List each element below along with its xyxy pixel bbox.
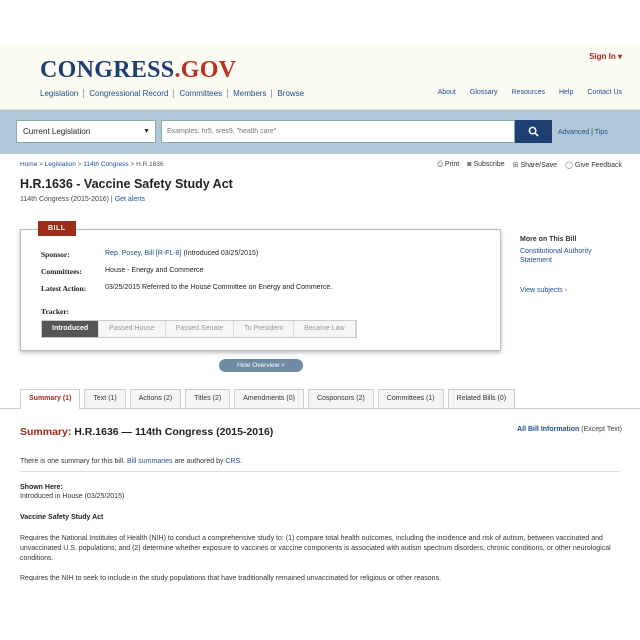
- nav-about[interactable]: About: [438, 89, 456, 96]
- search-button[interactable]: [515, 120, 552, 143]
- tracker-step-to-president: To President: [234, 321, 295, 337]
- print-button[interactable]: ⎙ Print: [437, 161, 459, 169]
- summary-paragraph-1: Requires the National Institutes of Heal…: [20, 535, 611, 562]
- sponsor-label: Sponsor:: [41, 250, 70, 259]
- all-bill-information-link[interactable]: All Bill Information: [517, 426, 579, 433]
- shown-here-label: Shown Here:: [20, 484, 63, 491]
- bill-overview-box: BILL Sponsor: Rep. Posey, Bill [R-FL-8] …: [20, 221, 501, 351]
- nav-members[interactable]: Members: [227, 89, 271, 98]
- bill-congress-line: 114th Congress (2015-2016) | Get alerts: [20, 196, 146, 203]
- tracker-step-became-law: Became Law: [294, 321, 356, 337]
- get-alerts-link[interactable]: Get alerts: [115, 196, 145, 203]
- summary-heading: Summary: H.R.1636 — 114th Congress (2015…: [20, 426, 274, 438]
- act-name: Vaccine Safety Study Act: [20, 514, 104, 521]
- tab-summary[interactable]: Summary (1): [20, 389, 81, 409]
- tab-cosponsors[interactable]: Cosponsors (2): [307, 389, 374, 408]
- breadcrumb: Home > Legislation > 114th Congress > H.…: [20, 161, 164, 168]
- latest-action-label: Latest Action:: [41, 284, 87, 293]
- collection-select-value: Current Legislation: [23, 127, 91, 136]
- advanced-search-link[interactable]: Advanced: [558, 129, 589, 136]
- bill-summaries-link[interactable]: Bill summaries: [127, 458, 173, 465]
- bill-tag: BILL: [38, 221, 76, 236]
- view-subjects: View subjects ›: [520, 287, 567, 294]
- page-tools: ⎙ Print ◙ Subscribe ⊞ Share/Save ◯ Give Feed…: [437, 161, 622, 169]
- speech-bubble-icon: ◯: [565, 162, 573, 169]
- page-title: H.R.1636 - Vaccine Safety Study Act: [20, 177, 233, 191]
- summary-paragraph-2: Requires the NIH to seek to include in t…: [20, 575, 442, 582]
- search-input[interactable]: [161, 120, 515, 143]
- nav-congressional-record[interactable]: Congressional Record: [83, 89, 173, 98]
- site-logo[interactable]: CONGRESS.GOV: [40, 57, 236, 84]
- share-icon: ⊞: [512, 162, 519, 169]
- latest-action-row: Latest Action: 03/25/2015 Referred to th…: [41, 284, 332, 293]
- printer-icon: ⎙: [437, 161, 443, 168]
- nav-glossary[interactable]: Glossary: [470, 89, 498, 96]
- feedback-button[interactable]: ◯ Give Feedback: [565, 161, 622, 169]
- view-subjects-link[interactable]: View subjects: [520, 287, 563, 294]
- breadcrumb-home[interactable]: Home: [20, 161, 37, 168]
- site-header: CONGRESS.GOV Sign In ▾ Legislation Congr…: [0, 44, 640, 110]
- subscribe-button[interactable]: ◙ Subscribe: [467, 161, 504, 169]
- breadcrumb-legislation[interactable]: Legislation: [45, 161, 76, 168]
- nav-help[interactable]: Help: [559, 89, 573, 96]
- chevron-right-icon: ›: [562, 287, 567, 294]
- tracker-step-introduced: Introduced: [42, 321, 100, 337]
- collection-select[interactable]: Current Legislation ▼: [16, 120, 156, 143]
- summary-count-note: There is one summary for this bill. Bill…: [20, 458, 243, 465]
- tab-related-bills[interactable]: Related Bills (0): [447, 389, 516, 408]
- more-on-heading: More on This Bill: [520, 236, 577, 243]
- committees-row: Committees: House - Energy and Commerce: [41, 267, 203, 276]
- divider: [20, 471, 620, 472]
- committees-label: Committees:: [41, 267, 82, 276]
- sponsor-row: Sponsor: Rep. Posey, Bill [R-FL-8] (Intr…: [41, 250, 259, 259]
- chevron-down-icon: ▼: [143, 128, 150, 135]
- breadcrumb-current: H.R.1636: [136, 161, 164, 168]
- constitutional-authority-link[interactable]: Constitutional Authority Statement: [520, 247, 630, 265]
- committees-value: House - Energy and Commerce: [105, 267, 204, 274]
- breadcrumb-congress[interactable]: 114th Congress: [83, 161, 128, 168]
- nav-legislation[interactable]: Legislation: [40, 89, 83, 98]
- tab-text[interactable]: Text (1): [84, 389, 126, 408]
- sponsor-link[interactable]: Rep. Posey, Bill [R-FL-8]: [105, 250, 182, 257]
- latest-action-value: 03/25/2015 Referred to the House Committ…: [105, 284, 333, 291]
- search-icon: [528, 126, 539, 137]
- status-tracker: Introduced Passed House Passed Senate To…: [41, 320, 357, 338]
- tab-committees[interactable]: Committees (1): [377, 389, 444, 408]
- crs-link[interactable]: CRS: [225, 458, 240, 465]
- nav-contact-us[interactable]: Contact Us: [587, 89, 622, 96]
- bill-tabs: Summary (1) Text (1) Actions (2) Titles …: [20, 389, 516, 409]
- share-button[interactable]: ⊞ Share/Save: [513, 161, 557, 169]
- page-frame: CONGRESS.GOV Sign In ▾ Legislation Congr…: [0, 44, 640, 592]
- search-bar: Current Legislation ▼ Advanced | Tips: [0, 110, 640, 154]
- nav-committees[interactable]: Committees: [173, 89, 227, 98]
- hide-overview-button[interactable]: Hide Overview ×: [219, 359, 303, 372]
- tab-actions[interactable]: Actions (2): [129, 389, 182, 408]
- tracker-label: Tracker:: [41, 307, 70, 316]
- tab-amendments[interactable]: Amendments (0): [234, 389, 304, 408]
- tips-link[interactable]: Tips: [595, 129, 608, 136]
- utility-nav: About Glossary Resources Help Contact Us: [438, 89, 622, 96]
- main-nav: Legislation Congressional Record Committ…: [40, 89, 309, 98]
- all-bill-info: All Bill Information (Except Text): [517, 426, 622, 433]
- sign-in-link[interactable]: Sign In ▾: [589, 52, 622, 61]
- nav-browse[interactable]: Browse: [271, 89, 309, 98]
- rss-icon: ◙: [467, 161, 472, 168]
- advanced-search-links: Advanced | Tips: [558, 129, 608, 136]
- shown-here-value: Introduced in House (03/25/2015): [20, 493, 125, 500]
- tracker-step-passed-house: Passed House: [99, 321, 166, 337]
- tracker-step-passed-senate: Passed Senate: [165, 321, 235, 337]
- more-on-this-bill: More on This Bill Constitutional Authori…: [520, 236, 630, 265]
- tab-titles[interactable]: Titles (2): [185, 389, 231, 408]
- nav-resources[interactable]: Resources: [512, 89, 545, 96]
